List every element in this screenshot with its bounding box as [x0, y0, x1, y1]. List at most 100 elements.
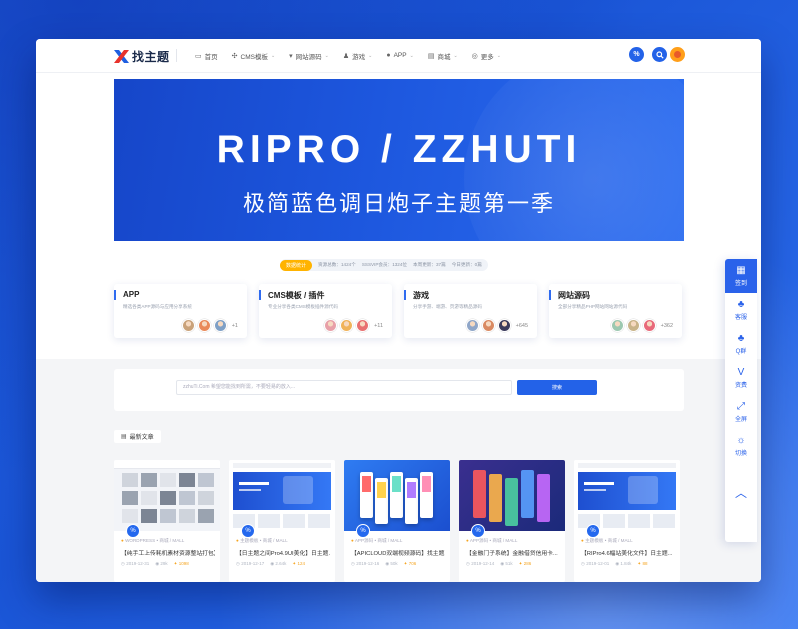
- avatar-count: +645: [515, 322, 528, 329]
- sidebar-item-label: 签到: [734, 280, 747, 287]
- fullscreen-icon: ⤢: [737, 400, 745, 412]
- card-description: 全部分享精品PHP网站网站源代码: [558, 304, 628, 309]
- nav-item[interactable]: ▾ 网站源码 ⌄: [282, 51, 336, 61]
- apple-icon: ●: [386, 52, 391, 59]
- post-category[interactable]: ● 主题模板 • 商城 / MALL: [581, 538, 633, 544]
- post-category[interactable]: ● APP源码 • 商城 / MALL: [351, 538, 402, 544]
- sidebar-item-label: Q群: [735, 348, 747, 355]
- sidebar-item[interactable]: ♣ 客服: [725, 295, 757, 325]
- category-card[interactable]: CMS模板 / 插件 专业分享各类CMS模板插件源代码 +11: [259, 284, 392, 338]
- post-subcategory-label: • 商城 / MALL: [155, 538, 185, 543]
- category-card[interactable]: 游戏 分享手游、端游、页游等精品源码 +645: [404, 284, 537, 338]
- main-nav: ▭ 首页 ✣ CMS模板 ⌄ ▾ 网站源码 ⌄ ♟ 游戏 ⌄ ● APP ⌄ ▤ 商城 ⌄ ◎ 更多 ⌄: [188, 39, 508, 72]
- hero-banner[interactable]: RIPRO / ZZHUTI 极简蓝色调日炮子主题第一季: [114, 79, 684, 241]
- site-header: 找主题 ▭ 首页 ✣ CMS模板 ⌄ ▾ 网站源码 ⌄ ♟ 游戏 ⌄ ● APP ⌄ ▤ 商城 ⌄ ◎ 更多 ⌄ %: [36, 39, 761, 73]
- nav-item[interactable]: ▭ 首页: [188, 51, 225, 61]
- post-category[interactable]: ● WORDPRESS • 商城 / MALL: [121, 538, 184, 544]
- sidebar-item[interactable]: ♣ Q群: [725, 329, 757, 359]
- nav-item[interactable]: ✣ CMS模板 ⌄: [225, 51, 283, 61]
- more-icon: ◎: [471, 52, 478, 60]
- nav-item-label: APP: [393, 52, 407, 59]
- vip-badge-icon: %: [586, 524, 600, 538]
- avatar-count: +362: [660, 322, 673, 329]
- header-divider: [176, 49, 177, 62]
- post-views: 51k: [505, 561, 513, 566]
- search-input[interactable]: zzhuTi.Com 希望您能找到所需，不要轻易的放入...: [176, 380, 512, 395]
- sidebar-item[interactable]: ▦ 签到: [725, 259, 757, 293]
- latest-posts-label: 最新文章: [129, 435, 154, 441]
- search-icon[interactable]: [652, 47, 667, 62]
- user-avatar[interactable]: [670, 47, 685, 62]
- sidebar-item[interactable]: V 资费: [725, 363, 757, 393]
- latest-posts-heading: ▤ 最新文章: [114, 430, 161, 443]
- chevron-down-icon: ⌄: [368, 52, 373, 59]
- chevron-down-icon: ⌄: [270, 52, 276, 59]
- post-thumbnail[interactable]: [574, 460, 680, 531]
- post-title[interactable]: 【日主题之间Pro4.9UI美化】日主题...: [236, 548, 330, 557]
- card-accent-bar: [549, 290, 551, 300]
- post-date: 2019-12-17: [241, 561, 265, 566]
- post-hot: 706: [408, 561, 417, 566]
- nav-item[interactable]: ♟ 游戏 ⌄: [336, 51, 379, 61]
- post-card[interactable]: % ● WORDPRESS • 商城 / MALL 【纯手工上传耗机素材资源整站打包…: [114, 460, 220, 582]
- post-title[interactable]: 【RIPro4.6幅站美化文件】日主题...: [581, 548, 675, 557]
- search-panel: zzhuTi.Com 希望您能找到所需，不要轻易的放入... 搜索: [114, 369, 684, 411]
- avatar-group: +1: [181, 319, 238, 332]
- post-title[interactable]: 【纯手工上传耗机素材资源整站打包】: [121, 548, 215, 557]
- post-meta: ◷ 2019-12-17 ◉ 2.64k ✦ 124: [236, 561, 305, 567]
- sidebar-item[interactable]: ☼ 切换: [725, 431, 757, 461]
- site-logo[interactable]: 找主题: [114, 48, 170, 65]
- back-to-top-icon[interactable]: ︿: [725, 481, 757, 503]
- list-icon: ▤: [121, 434, 127, 440]
- post-category-label: 主题模板: [585, 538, 604, 543]
- floating-sidebar: ︿ ▦ 签到 ♣ 客服 ♣ Q群 V 资费 ⤢ 全屏 ☼ 切换: [725, 259, 757, 542]
- post-category-label: APP源码: [354, 538, 374, 543]
- stats-badge: 数据统计: [280, 259, 313, 271]
- avatar: [356, 319, 370, 332]
- stat-item: 本周更新：37篇: [413, 262, 446, 267]
- post-card[interactable]: % ● APP源码 • 商城 / MALL 【APICLOUD双端视频源码】找主题.…: [344, 460, 450, 582]
- post-title[interactable]: 【金融门子系统】金融借贷信用卡...: [466, 548, 560, 557]
- nav-item[interactable]: ◎ 更多 ⌄: [465, 51, 508, 61]
- card-accent-bar: [114, 290, 116, 300]
- avatar: [197, 319, 211, 332]
- category-card[interactable]: 网站源码 全部分享精品PHP网站网站源代码 +362: [549, 284, 682, 338]
- post-card[interactable]: % ● APP源码 • 商城 / MALL 【金融门子系统】金融借贷信用卡... ◷ …: [459, 460, 565, 582]
- category-card[interactable]: APP 精选各类APP源码与应用分享系统 +1: [114, 284, 247, 338]
- post-thumbnail[interactable]: [229, 460, 335, 531]
- qq-icon: ♣: [737, 298, 745, 310]
- avatar: [213, 319, 227, 332]
- card-description: 精选各类APP源码与应用分享系统: [123, 304, 192, 309]
- post-card[interactable]: % ● 主题模板 • 商城 / MALL 【RIPro4.6幅站美化文件】日主题..…: [574, 460, 680, 582]
- post-category[interactable]: ● 主题模板 • 商城 / MALL: [236, 538, 288, 544]
- post-title[interactable]: 【APICLOUD双端视频源码】找主题...: [351, 548, 445, 557]
- avatar: [497, 319, 511, 332]
- avatar-count: +11: [374, 322, 383, 329]
- nav-item[interactable]: ● APP ⌄: [379, 52, 420, 59]
- post-thumbnail[interactable]: [114, 460, 220, 531]
- chevron-down-icon: ⌄: [496, 52, 501, 59]
- post-subcategory-label: • 商城 / MALL: [603, 538, 633, 543]
- post-card[interactable]: % ● 主题模板 • 商城 / MALL 【日主题之间Pro4.9UI美化】日主题.…: [229, 460, 335, 582]
- card-title: APP: [123, 290, 140, 299]
- site-stats: 数据统计 资源总数：1424个 SSSVIP会员：1324位 本周更新：37篇 …: [280, 259, 488, 271]
- sidebar-item-label: 全屏: [734, 416, 747, 423]
- nav-item-label: 更多: [480, 53, 494, 61]
- nav-item[interactable]: ▤ 商城 ⌄: [421, 51, 465, 61]
- sidebar-item-label: 客服: [734, 314, 747, 321]
- post-category[interactable]: ● APP源码 • 商城 / MALL: [466, 538, 517, 544]
- sidebar-item[interactable]: ⤢ 全屏: [725, 397, 757, 427]
- nav-item-label: CMS模板: [240, 53, 268, 61]
- search-button[interactable]: 搜索: [517, 380, 597, 395]
- vip-badge-icon: %: [471, 524, 485, 538]
- post-thumbnail[interactable]: [344, 460, 450, 531]
- card-description: 分享手游、端游、页游等精品源码: [413, 304, 482, 309]
- post-date: 2019-12-31: [126, 561, 150, 566]
- card-accent-bar: [404, 290, 406, 300]
- chevron-down-icon: ⌄: [453, 52, 458, 59]
- vip-badge-icon[interactable]: %: [629, 47, 644, 62]
- stat-item: 今日更新：0篇: [451, 262, 482, 267]
- logo-text: 找主题: [132, 50, 170, 64]
- post-thumbnail[interactable]: [459, 460, 565, 531]
- post-meta: ◷ 2019-12-16 ◉ 50k ✦ 706: [351, 561, 416, 567]
